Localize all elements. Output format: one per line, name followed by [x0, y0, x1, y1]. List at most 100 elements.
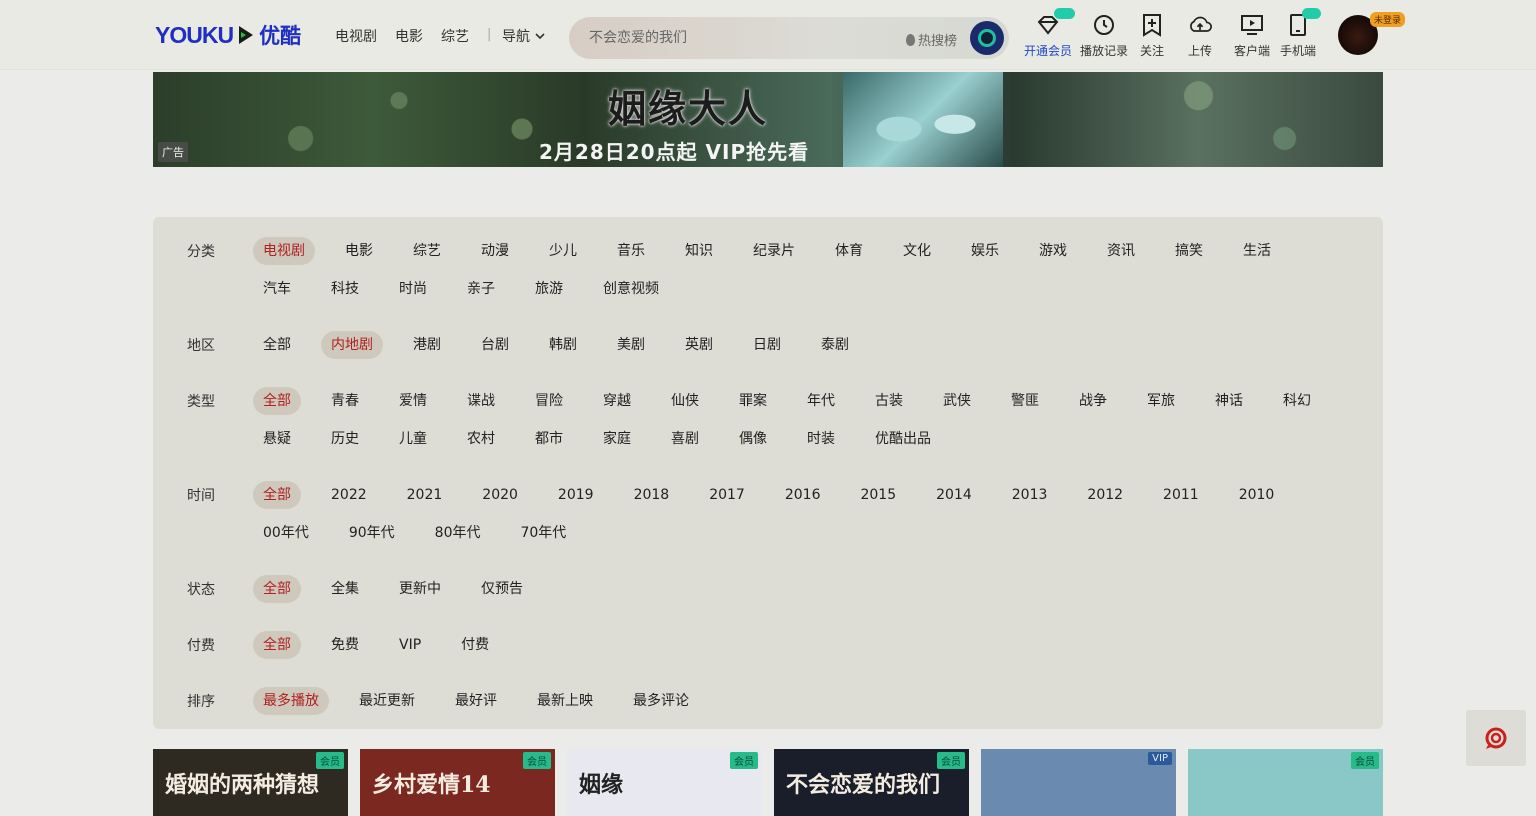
filter-option[interactable]: 2017: [699, 481, 755, 509]
ad-banner[interactable]: 姻缘大人 2月28日20点起 VIP抢先看 广告: [153, 72, 1383, 167]
filter-option[interactable]: 资讯: [1097, 237, 1145, 265]
filter-option[interactable]: 农村: [457, 425, 505, 453]
filter-option[interactable]: 最多播放: [253, 687, 329, 715]
filter-option[interactable]: 2019: [548, 481, 604, 509]
filter-option[interactable]: 古装: [865, 387, 913, 415]
filter-option[interactable]: 科幻: [1273, 387, 1321, 415]
filter-option[interactable]: 谍战: [457, 387, 505, 415]
filter-option[interactable]: 喜剧: [661, 425, 709, 453]
filter-option[interactable]: 泰剧: [811, 331, 859, 359]
filter-option[interactable]: 电影: [335, 237, 383, 265]
filter-option[interactable]: 美剧: [607, 331, 655, 359]
filter-option[interactable]: 台剧: [471, 331, 519, 359]
filter-option[interactable]: 音乐: [607, 237, 655, 265]
filter-option[interactable]: 2011: [1153, 481, 1209, 509]
upload-button[interactable]: 上传: [1188, 12, 1212, 59]
nav-variety[interactable]: 综艺: [441, 26, 469, 46]
filter-option[interactable]: 2022: [321, 481, 377, 509]
filter-option[interactable]: 偶像: [729, 425, 777, 453]
filter-option[interactable]: 游戏: [1029, 237, 1077, 265]
filter-option[interactable]: 亲子: [457, 275, 505, 303]
filter-option[interactable]: 历史: [321, 425, 369, 453]
filter-option[interactable]: 最近更新: [349, 687, 425, 715]
history-button[interactable]: 播放记录: [1080, 12, 1128, 59]
filter-option[interactable]: 2014: [926, 481, 982, 509]
filter-option[interactable]: 2012: [1077, 481, 1133, 509]
filter-option[interactable]: 家庭: [593, 425, 641, 453]
filter-option[interactable]: 全部: [253, 575, 301, 603]
filter-option[interactable]: 爱情: [389, 387, 437, 415]
feedback-button[interactable]: [1466, 710, 1526, 766]
filter-option[interactable]: 仅预告: [471, 575, 533, 603]
filter-option[interactable]: 70年代: [510, 519, 576, 547]
filter-option[interactable]: 最多评论: [623, 687, 699, 715]
filter-option[interactable]: 全部: [253, 387, 301, 415]
video-card[interactable]: 会员: [1188, 749, 1383, 816]
filter-option[interactable]: 动漫: [471, 237, 519, 265]
filter-option[interactable]: 2018: [624, 481, 680, 509]
filter-option[interactable]: 付费: [451, 631, 499, 659]
filter-option[interactable]: 生活: [1233, 237, 1281, 265]
filter-option[interactable]: 时尚: [389, 275, 437, 303]
filter-option[interactable]: 娱乐: [961, 237, 1009, 265]
filter-option[interactable]: 知识: [675, 237, 723, 265]
nav-tv[interactable]: 电视剧: [335, 26, 377, 46]
filter-option[interactable]: 内地剧: [321, 331, 383, 359]
filter-option[interactable]: 港剧: [403, 331, 451, 359]
filter-option[interactable]: 日剧: [743, 331, 791, 359]
filter-option[interactable]: 2020: [472, 481, 528, 509]
filter-option[interactable]: 仙侠: [661, 387, 709, 415]
filter-option[interactable]: 全部: [253, 631, 301, 659]
search-input[interactable]: [589, 17, 889, 59]
filter-option[interactable]: 悬疑: [253, 425, 301, 453]
filter-option[interactable]: 体育: [825, 237, 873, 265]
filter-option[interactable]: 韩剧: [539, 331, 587, 359]
filter-option[interactable]: 00年代: [253, 519, 319, 547]
filter-option[interactable]: 都市: [525, 425, 573, 453]
video-card[interactable]: VIP: [981, 749, 1176, 816]
filter-option[interactable]: 旅游: [525, 275, 573, 303]
filter-option[interactable]: 80年代: [425, 519, 491, 547]
filter-option[interactable]: 创意视频: [593, 275, 669, 303]
filter-option[interactable]: 免费: [321, 631, 369, 659]
video-card[interactable]: 会员 婚姻的两种猜想: [153, 749, 348, 816]
filter-option[interactable]: 2013: [1002, 481, 1058, 509]
nav-menu-dropdown[interactable]: 导航: [502, 26, 546, 46]
filter-option[interactable]: 2015: [850, 481, 906, 509]
filter-option[interactable]: 2010: [1229, 481, 1285, 509]
video-card[interactable]: 会员 乡村爱情14: [360, 749, 555, 816]
filter-option[interactable]: 全部: [253, 331, 301, 359]
filter-option[interactable]: VIP: [389, 631, 431, 659]
filter-option[interactable]: 搞笑: [1165, 237, 1213, 265]
youku-logo[interactable]: YOUKU 优酷: [155, 20, 301, 50]
video-card[interactable]: 会员 不会恋爱的我们: [774, 749, 969, 816]
filter-option[interactable]: 全部: [253, 481, 301, 509]
filter-option[interactable]: 科技: [321, 275, 369, 303]
filter-option[interactable]: 90年代: [339, 519, 405, 547]
filter-option[interactable]: 2021: [397, 481, 453, 509]
filter-option[interactable]: 罪案: [729, 387, 777, 415]
filter-option[interactable]: 冒险: [525, 387, 573, 415]
filter-option[interactable]: 优酷出品: [865, 425, 941, 453]
filter-option[interactable]: 时装: [797, 425, 845, 453]
filter-option[interactable]: 年代: [797, 387, 845, 415]
vip-button[interactable]: 开通会员: [1024, 8, 1076, 59]
filter-option[interactable]: 综艺: [403, 237, 451, 265]
filter-option[interactable]: 汽车: [253, 275, 301, 303]
filter-option[interactable]: 青春: [321, 387, 369, 415]
filter-option[interactable]: 武侠: [933, 387, 981, 415]
filter-option[interactable]: 战争: [1069, 387, 1117, 415]
client-button[interactable]: 客户端: [1234, 12, 1270, 59]
filter-option[interactable]: 文化: [893, 237, 941, 265]
filter-option[interactable]: 军旅: [1137, 387, 1185, 415]
nav-movie[interactable]: 电影: [395, 26, 423, 46]
video-card[interactable]: 会员 姻缘: [567, 749, 762, 816]
mobile-button[interactable]: 手机端: [1280, 8, 1321, 59]
follow-button[interactable]: 关注: [1140, 12, 1164, 59]
filter-option[interactable]: 纪录片: [743, 237, 805, 265]
filter-option[interactable]: 警匪: [1001, 387, 1049, 415]
filter-option[interactable]: 电视剧: [253, 237, 315, 265]
filter-option[interactable]: 全集: [321, 575, 369, 603]
filter-option[interactable]: 2016: [775, 481, 831, 509]
filter-option[interactable]: 最好评: [445, 687, 507, 715]
